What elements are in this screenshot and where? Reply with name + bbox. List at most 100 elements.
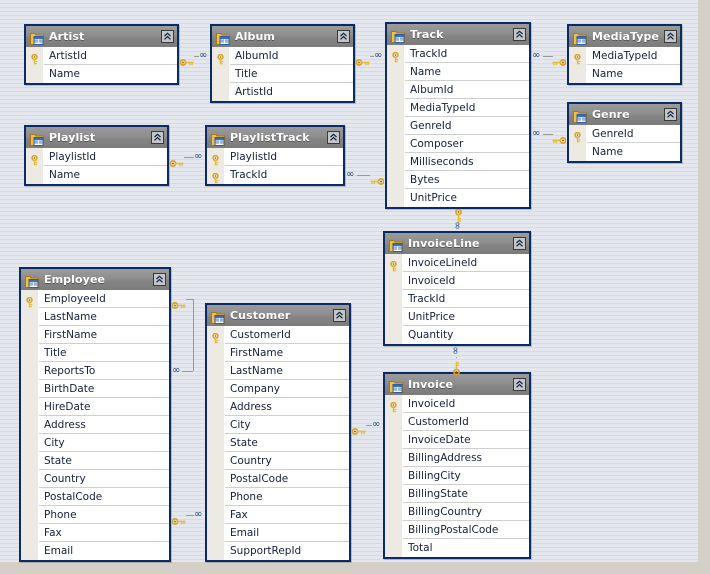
table-row[interactable]: City [21, 434, 169, 452]
table-row[interactable]: LastName [21, 308, 169, 326]
table-row[interactable]: CustomerId [385, 413, 529, 431]
table-row[interactable]: AlbumId [212, 47, 353, 65]
collapse-chevron-icon[interactable] [333, 309, 346, 322]
collapse-chevron-icon[interactable] [161, 30, 174, 43]
table-row[interactable]: Fax [21, 524, 169, 542]
primary-key-icon [385, 395, 403, 413]
table-row[interactable]: Title [212, 65, 353, 83]
table-row[interactable]: Composer [387, 135, 529, 153]
table-row[interactable]: BillingState [385, 485, 529, 503]
table-row[interactable]: Address [21, 416, 169, 434]
table-title-bar-genre[interactable]: Genre [569, 104, 680, 125]
table-row[interactable]: EmployeeId [21, 290, 169, 308]
table-title-bar-employee[interactable]: Employee [21, 269, 169, 290]
collapse-chevron-icon[interactable] [151, 131, 164, 144]
table-row[interactable]: Total [385, 539, 529, 557]
table-invoiceline[interactable]: InvoiceLine InvoiceLineId InvoiceId TrackId… [383, 231, 531, 346]
table-row[interactable]: Quantity [385, 326, 529, 344]
table-row[interactable]: Title [21, 344, 169, 362]
table-row[interactable]: BillingAddress [385, 449, 529, 467]
table-row[interactable]: BirthDate [21, 380, 169, 398]
table-title-bar-customer[interactable]: Customer [207, 305, 349, 326]
table-row[interactable]: UnitPrice [387, 189, 529, 207]
collapse-chevron-icon[interactable] [664, 30, 677, 43]
table-row[interactable]: PlaylistId [207, 148, 343, 166]
table-row[interactable]: BillingCity [385, 467, 529, 485]
table-row[interactable]: PostalCode [207, 470, 349, 488]
collapse-chevron-icon[interactable] [327, 131, 340, 144]
table-row[interactable]: Name [569, 143, 680, 161]
table-title-bar-album[interactable]: Album [212, 26, 353, 47]
table-customer[interactable]: Customer CustomerId FirstName LastName Compa… [205, 303, 351, 562]
table-row[interactable]: TrackId [385, 290, 529, 308]
table-row[interactable]: GenreId [387, 117, 529, 135]
table-title-bar-invoiceline[interactable]: InvoiceLine [385, 233, 529, 254]
collapse-chevron-icon[interactable] [153, 273, 166, 286]
collapse-chevron-icon[interactable] [664, 108, 677, 121]
collapse-chevron-icon[interactable] [513, 237, 526, 250]
table-row[interactable]: BillingPostalCode [385, 521, 529, 539]
table-title-bar-artist[interactable]: Artist [26, 26, 177, 47]
table-title-bar-playlisttrack[interactable]: PlaylistTrack [207, 127, 343, 148]
table-row[interactable]: CustomerId [207, 326, 349, 344]
table-album[interactable]: Album AlbumId Title ArtistId [210, 24, 355, 103]
table-row[interactable]: Name [569, 65, 680, 83]
table-row[interactable]: State [21, 452, 169, 470]
table-row[interactable]: City [207, 416, 349, 434]
collapse-chevron-icon[interactable] [513, 28, 526, 41]
table-row[interactable]: Phone [207, 488, 349, 506]
table-row[interactable]: Email [21, 542, 169, 560]
table-title-bar-track[interactable]: Track [387, 24, 529, 45]
table-row[interactable]: ArtistId [26, 47, 177, 65]
table-row[interactable]: FirstName [207, 344, 349, 362]
table-row[interactable]: Name [26, 166, 167, 184]
table-row[interactable]: State [207, 434, 349, 452]
table-row[interactable]: TrackId [387, 45, 529, 63]
table-row[interactable]: Email [207, 524, 349, 542]
table-row[interactable]: Name [387, 63, 529, 81]
table-title-bar-playlist[interactable]: Playlist [26, 127, 167, 148]
collapse-chevron-icon[interactable] [513, 378, 526, 391]
table-row[interactable]: InvoiceLineId [385, 254, 529, 272]
diagram-canvas[interactable]: ∞ ∞ ∞ ∞ ∞ ∞ ∞ ∞ ∞ ∞ ∞ Artist ArtistId Name Album Album… [0, 0, 710, 574]
table-invoice[interactable]: Invoice InvoiceId CustomerId InvoiceDate Bil… [383, 372, 531, 559]
table-employee[interactable]: Employee EmployeeId LastName FirstName Title… [19, 267, 171, 562]
table-row[interactable]: SupportRepId [207, 542, 349, 560]
table-row[interactable]: Company [207, 380, 349, 398]
table-mediatype[interactable]: MediaType MediaTypeId Name [567, 24, 682, 85]
table-row[interactable]: HireDate [21, 398, 169, 416]
table-row[interactable]: Fax [207, 506, 349, 524]
table-row[interactable]: PostalCode [21, 488, 169, 506]
table-row[interactable]: TrackId [207, 166, 343, 184]
table-row[interactable]: MediaTypeId [569, 47, 680, 65]
table-row[interactable]: ArtistId [212, 83, 353, 101]
table-row[interactable]: Address [207, 398, 349, 416]
table-row[interactable]: AlbumId [387, 81, 529, 99]
table-row[interactable]: Name [26, 65, 177, 83]
table-row[interactable]: Bytes [387, 171, 529, 189]
table-row[interactable]: Phone [21, 506, 169, 524]
table-row[interactable]: LastName [207, 362, 349, 380]
collapse-chevron-icon[interactable] [337, 30, 350, 43]
table-row[interactable]: InvoiceId [385, 395, 529, 413]
table-row[interactable]: GenreId [569, 125, 680, 143]
table-title-bar-mediatype[interactable]: MediaType [569, 26, 680, 47]
table-title-bar-invoice[interactable]: Invoice [385, 374, 529, 395]
table-playlisttrack[interactable]: PlaylistTrack PlaylistId TrackId [205, 125, 345, 186]
table-row[interactable]: Country [21, 470, 169, 488]
table-row[interactable]: MediaTypeId [387, 99, 529, 117]
table-row[interactable]: Country [207, 452, 349, 470]
table-row[interactable]: InvoiceId [385, 272, 529, 290]
field-key-gutter [385, 290, 403, 308]
table-row[interactable]: ReportsTo [21, 362, 169, 380]
table-playlist[interactable]: Playlist PlaylistId Name [24, 125, 169, 186]
table-row[interactable]: PlaylistId [26, 148, 167, 166]
table-row[interactable]: FirstName [21, 326, 169, 344]
table-genre[interactable]: Genre GenreId Name [567, 102, 682, 163]
table-row[interactable]: BillingCountry [385, 503, 529, 521]
table-row[interactable]: Milliseconds [387, 153, 529, 171]
table-track[interactable]: Track TrackId Name AlbumId MediaTypeId GenreI… [385, 22, 531, 209]
table-artist[interactable]: Artist ArtistId Name [24, 24, 179, 85]
table-row[interactable]: InvoiceDate [385, 431, 529, 449]
table-row[interactable]: UnitPrice [385, 308, 529, 326]
